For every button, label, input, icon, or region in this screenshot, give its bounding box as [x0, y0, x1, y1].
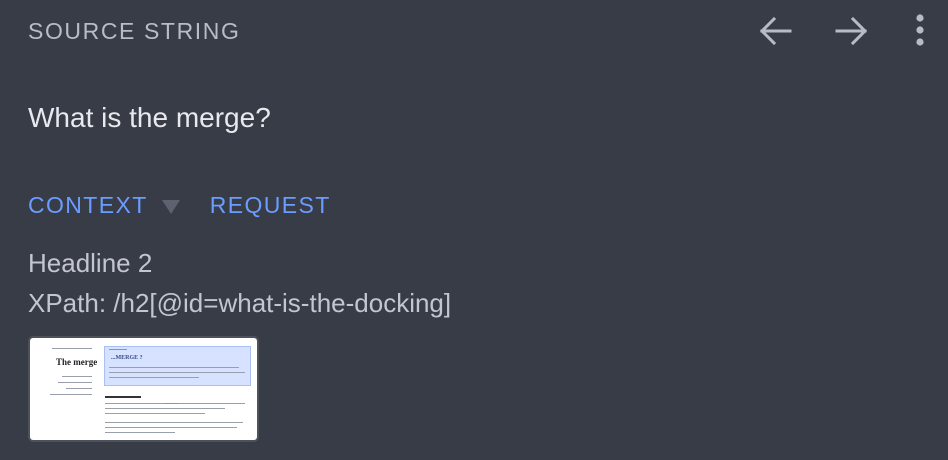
header-actions — [755, 14, 928, 48]
more-vertical-icon — [916, 14, 924, 46]
panel-header: SOURCE STRING — [28, 14, 928, 48]
thumbnail-image: The merge ...MERGE ? — [34, 343, 253, 436]
thumbnail-sidebar: The merge — [36, 343, 102, 436]
tab-request[interactable]: REQUEST — [210, 192, 331, 219]
arrow-left-icon — [759, 16, 792, 46]
caret-down-icon[interactable] — [161, 199, 180, 214]
source-string-text: What is the merge? — [28, 102, 271, 133]
thumbnail-main: ...MERGE ? — [104, 346, 251, 436]
thumbnail-heading: The merge — [56, 357, 98, 367]
thumbnail-highlight: ...MERGE ? — [104, 346, 251, 386]
xpath-label: XPath: /h2[@id=what-is-the-docking] — [28, 288, 452, 318]
element-type-label: Headline 2 — [28, 248, 153, 278]
context-tabs: CONTEXT REQUEST — [28, 192, 331, 219]
more-options-button[interactable] — [912, 14, 928, 48]
tab-context[interactable]: CONTEXT — [28, 192, 148, 219]
previous-string-button[interactable] — [755, 14, 795, 48]
context-details: Headline 2 XPath: /h2[@id=what-is-the-do… — [28, 243, 451, 323]
source-string-panel: SOURCE STRING What is the merge? CONTEXT… — [0, 0, 948, 460]
next-string-button[interactable] — [832, 14, 872, 48]
thumbnail-highlight-text: ...MERGE ? — [111, 355, 143, 361]
context-screenshot-thumbnail[interactable]: The merge ...MERGE ? — [28, 336, 259, 442]
panel-title: SOURCE STRING — [28, 17, 241, 44]
arrow-right-icon — [835, 16, 868, 46]
